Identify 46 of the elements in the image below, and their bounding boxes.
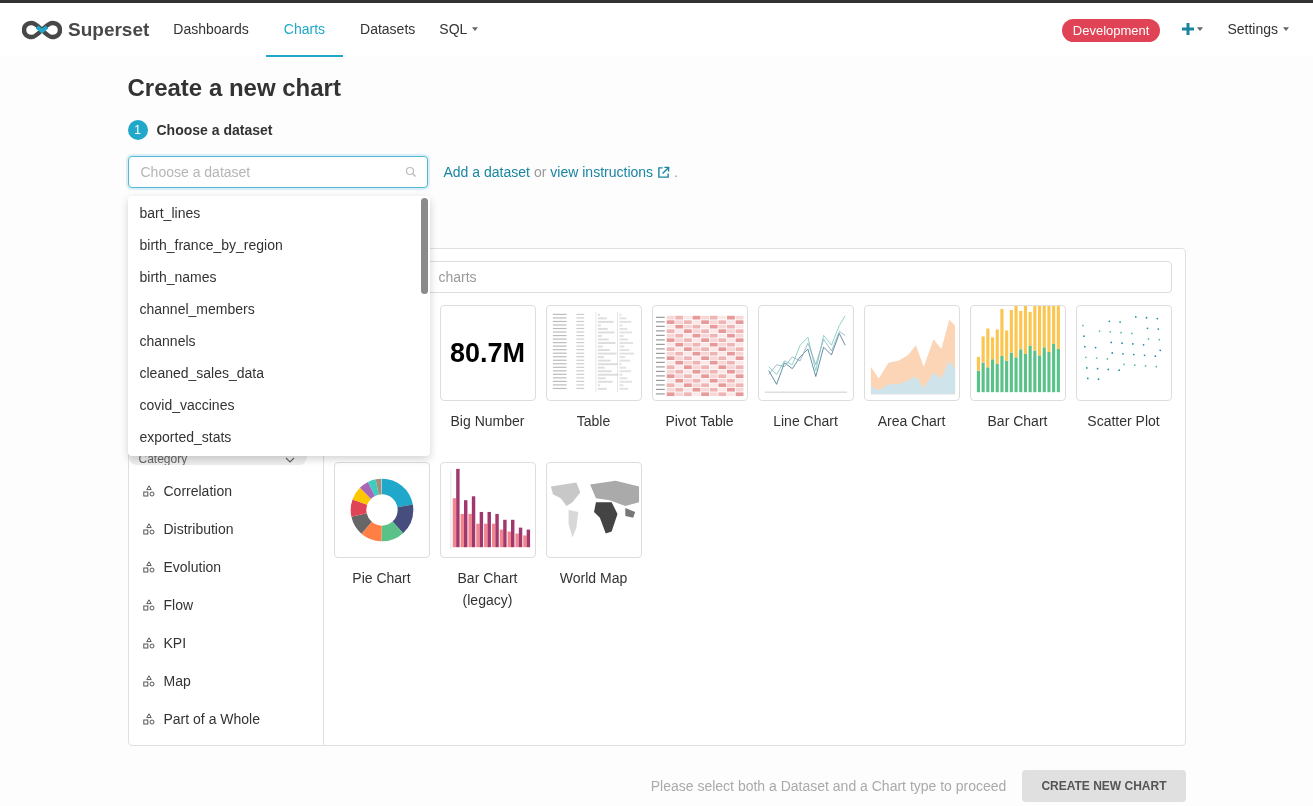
shapes-icon xyxy=(142,485,155,497)
category-item[interactable]: Evolution xyxy=(128,548,323,586)
period-text: . xyxy=(674,164,678,180)
chevron-down-icon xyxy=(284,457,295,463)
brand-name[interactable]: Superset xyxy=(68,19,150,41)
big-number-value: 80.7M xyxy=(449,337,525,369)
external-link-icon xyxy=(657,165,671,179)
dataset-option[interactable]: bart_lines xyxy=(127,197,430,229)
scrollbar-thumb[interactable] xyxy=(420,198,428,294)
category-item[interactable]: Flow xyxy=(128,586,323,624)
dataset-select[interactable]: Choose a dataset xyxy=(127,156,428,188)
dataset-option[interactable]: channels xyxy=(127,325,430,357)
category-item[interactable]: Map xyxy=(128,662,323,700)
nav-tab[interactable]: Datasets xyxy=(348,3,428,57)
search-icon xyxy=(404,166,417,178)
step-number: 1 xyxy=(127,120,148,140)
dataset-option[interactable]: exported_stats xyxy=(127,421,430,453)
nav-tab[interactable]: Dashboards xyxy=(161,3,261,57)
shapes-icon xyxy=(142,561,155,573)
nav-tab[interactable]: SQL xyxy=(427,3,491,57)
shapes-icon xyxy=(142,675,155,687)
step-label: Choose a dataset xyxy=(156,122,273,138)
category-item[interactable]: Correlation xyxy=(128,472,323,510)
dataset-option[interactable]: covid_vaccines xyxy=(127,389,430,421)
category-item[interactable]: Part of a Whole xyxy=(128,700,323,738)
shapes-icon xyxy=(142,523,155,535)
add-dataset-link[interactable]: Add a dataset xyxy=(443,164,530,180)
category-item[interactable]: Distribution xyxy=(128,510,323,548)
new-menu-button[interactable] xyxy=(1182,23,1204,37)
shapes-icon xyxy=(142,599,155,611)
page-title: Create a new chart xyxy=(127,74,342,102)
shapes-icon xyxy=(142,713,155,725)
caret-icon xyxy=(1197,27,1204,31)
plus-icon xyxy=(1182,23,1195,35)
settings-menu[interactable]: Settings xyxy=(1227,3,1289,57)
caret-icon xyxy=(1283,27,1289,31)
dataset-option[interactable]: channel_members xyxy=(127,293,430,325)
dataset-option[interactable]: cleaned_sales_data xyxy=(127,357,430,389)
footer-hint: Please select both a Dataset and a Chart type to proceed xyxy=(650,778,1007,794)
category-item[interactable]: KPI xyxy=(128,624,323,662)
environment-badge: Development xyxy=(1061,18,1161,42)
view-instructions-link[interactable]: view instructions xyxy=(550,164,671,180)
or-text: or xyxy=(533,164,547,180)
shapes-icon xyxy=(142,637,155,649)
logo-icon[interactable] xyxy=(22,20,62,40)
dataset-option[interactable]: birth_france_by_region xyxy=(127,229,430,261)
